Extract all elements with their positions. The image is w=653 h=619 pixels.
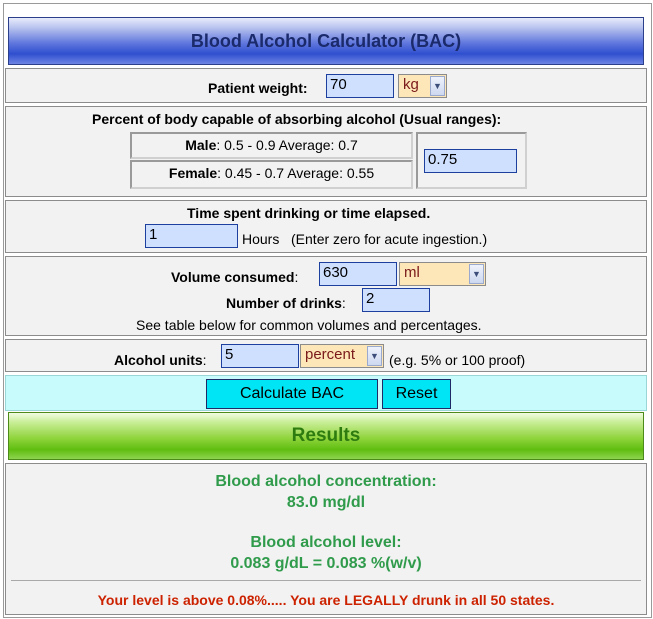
- level-label: Blood alcohol level:: [250, 534, 402, 551]
- alcohol-hint: (e.g. 5% or 100 proof): [389, 352, 526, 368]
- chevron-down-icon: ▼: [469, 264, 484, 284]
- absorption-input[interactable]: 0.75: [424, 149, 517, 173]
- volume-unit-select[interactable]: ml ▼: [399, 262, 486, 286]
- calculate-bac-button[interactable]: Calculate BAC: [206, 379, 378, 409]
- time-heading: Time spent drinking or time elapsed.: [187, 205, 431, 221]
- weight-input[interactable]: 70: [326, 74, 394, 98]
- hours-hint: Hours (Enter zero for acute ingestion.): [242, 231, 488, 247]
- level-value: 0.083 g/dL = 0.083 %(w/v): [230, 555, 422, 572]
- drinks-label: Number of drinks: [226, 295, 342, 311]
- female-range-text: : 0.45 - 0.7 Average: 0.55: [217, 165, 375, 181]
- absorption-section: Percent of body capable of absorbing alc…: [5, 106, 647, 197]
- volume-input[interactable]: 630: [319, 262, 397, 286]
- results-section: Blood alcohol concentration: 83.0 mg/dl …: [5, 463, 647, 615]
- hours-input[interactable]: 1: [145, 224, 238, 248]
- volume-note: See table below for common volumes and p…: [136, 317, 482, 333]
- drinks-label-row: Number of drinks:: [226, 295, 346, 311]
- bac-value: 83.0 mg/dl: [286, 494, 366, 511]
- time-section: Time spent drinking or time elapsed. 1 H…: [5, 200, 647, 253]
- drinks-input[interactable]: 2: [362, 288, 430, 312]
- bac-label: Blood alcohol concentration:: [215, 473, 437, 490]
- weight-label: Patient weight:: [208, 80, 308, 96]
- alcohol-unit-value: percent: [305, 346, 356, 363]
- absorption-heading: Percent of body capable of absorbing alc…: [92, 111, 502, 127]
- button-bar: Calculate BAC Reset: [5, 375, 647, 411]
- male-range-text: : 0.5 - 0.9 Average: 0.7: [216, 137, 358, 153]
- male-range-row: Male: 0.5 - 0.9 Average: 0.7: [130, 132, 413, 159]
- female-label: Female: [168, 165, 218, 181]
- volume-label: Volume consumed: [171, 269, 295, 285]
- chevron-down-icon: ▼: [367, 346, 382, 366]
- alcohol-label: Alcohol units: [114, 352, 203, 368]
- calculator-title: Blood Alcohol Calculator (BAC): [8, 17, 644, 65]
- volume-section: Volume consumed: 630 ml ▼ Number of drin…: [5, 256, 647, 336]
- legal-warning: Your level is above 0.08%..... You are L…: [97, 592, 555, 608]
- results-heading: Results: [8, 412, 644, 460]
- weight-section: Patient weight: 70 kg ▼: [5, 68, 647, 103]
- weight-unit-select[interactable]: kg ▼: [398, 74, 447, 98]
- chevron-down-icon: ▼: [430, 76, 445, 96]
- results-divider: [11, 580, 641, 581]
- alcohol-unit-select[interactable]: percent ▼: [300, 344, 384, 368]
- alcohol-input[interactable]: 5: [221, 344, 299, 368]
- volume-label-row: Volume consumed:: [171, 269, 299, 285]
- alcohol-section: Alcohol units: 5 percent ▼ (e.g. 5% or 1…: [5, 339, 647, 372]
- weight-unit-value: kg: [403, 76, 419, 93]
- volume-unit-value: ml: [404, 264, 420, 281]
- reset-button[interactable]: Reset: [382, 379, 451, 409]
- male-label: Male: [185, 137, 217, 153]
- alcohol-label-row: Alcohol units:: [114, 352, 207, 368]
- female-range-row: Female: 0.45 - 0.7 Average: 0.55: [130, 160, 413, 189]
